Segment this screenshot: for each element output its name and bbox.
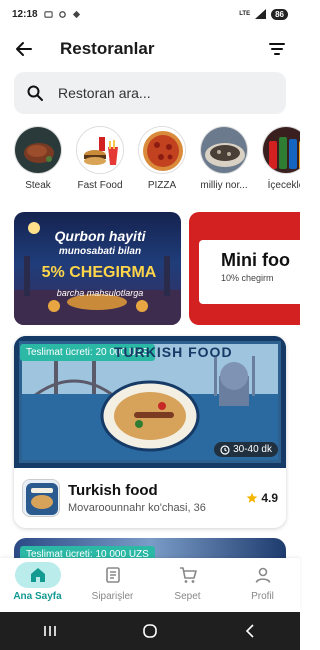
promo-line-2: munosabati bilan <box>58 246 142 257</box>
sort-icon[interactable] <box>268 40 286 58</box>
message-icon <box>43 10 53 18</box>
nav-profile[interactable]: Profil <box>225 558 300 610</box>
restaurant-name: Turkish food <box>68 482 158 499</box>
star-icon <box>247 492 258 503</box>
system-navigation-bar <box>0 612 300 650</box>
nav-orders[interactable]: Siparişler <box>75 558 150 610</box>
status-time: 12:18 <box>12 8 38 20</box>
back-arrow-icon[interactable] <box>14 39 34 59</box>
nav-label: Ana Sayfa <box>13 591 62 602</box>
promo-banner-mini-food[interactable]: Mini foo 10% chegirm <box>189 212 300 325</box>
recent-apps-icon[interactable] <box>42 623 58 639</box>
promo-discount: 5% CHEGIRMA <box>41 264 157 281</box>
clock-icon <box>220 444 230 455</box>
category-image <box>200 126 248 174</box>
promo-title: Mini foo <box>221 250 290 270</box>
category-image <box>138 126 186 174</box>
restaurant-rating: 4.9 <box>246 491 278 505</box>
restaurant-logo <box>22 479 60 517</box>
restaurant-info: Turkish food Movaroounnahr ko'chasi, 36 … <box>22 476 282 520</box>
nav-home[interactable]: Ana Sayfa <box>0 558 75 610</box>
category-steak[interactable]: Steak <box>14 126 62 196</box>
page-title: Restoranlar <box>60 39 155 58</box>
category-label: milliy nor... <box>200 180 248 191</box>
promo-banner-panel: Mini foo 10% chegirm <box>199 240 300 304</box>
orders-icon <box>105 567 120 583</box>
category-image <box>76 126 124 174</box>
category-image <box>14 126 62 174</box>
restaurant-card[interactable]: Teslimat ücreti: 20 000 UZS TURKISH FOOD… <box>14 336 286 528</box>
category-label: Steak <box>25 180 51 191</box>
category-image <box>262 126 300 174</box>
signal-icon <box>255 9 267 19</box>
status-bar: 12:18 LTE 86 <box>0 0 300 28</box>
restaurant-photo-title: TURKISH FOOD <box>114 344 233 360</box>
search-icon <box>27 85 43 101</box>
app-header: Restoranlar <box>0 30 300 68</box>
category-milliy[interactable]: milliy nor... <box>200 126 248 196</box>
home-button-icon[interactable] <box>142 623 158 639</box>
battery-indicator: 86 <box>271 8 288 20</box>
category-label: Fast Food <box>77 180 123 191</box>
category-label: İçecekle <box>267 180 300 191</box>
category-fast-food[interactable]: Fast Food <box>76 126 124 196</box>
delivery-time: 30-40 dk <box>233 444 272 455</box>
notification-icon <box>72 10 80 18</box>
promo-banner-qurbon[interactable]: Qurbon hayiti munosabati bilan 5% CHEGIR… <box>14 212 181 325</box>
category-pizza[interactable]: PIZZA <box>138 126 186 196</box>
home-icon <box>30 568 45 582</box>
gear-icon <box>58 10 66 18</box>
bottom-navigation: Ana Sayfa Siparişler Sepet Profil <box>0 558 300 610</box>
category-list: Steak Fast Food PIZZA milliy nor... İçec… <box>14 126 300 196</box>
delivery-time-badge: 30-40 dk <box>214 442 278 457</box>
search-bar[interactable]: Restoran ara... <box>14 72 286 114</box>
restaurant-address: Movaroounnahr ko'chasi, 36 <box>68 502 206 514</box>
nav-cart[interactable]: Sepet <box>150 558 225 610</box>
promo-line-1: Qurbon hayiti <box>54 228 146 244</box>
nav-label: Profil <box>251 591 274 602</box>
nav-label: Siparişler <box>91 591 134 602</box>
promo-subtitle: 10% chegirm <box>221 273 274 283</box>
nav-label: Sepet <box>174 591 201 602</box>
profile-icon <box>255 567 270 583</box>
promo-carousel[interactable]: Qurbon hayiti munosabati bilan 5% CHEGIR… <box>14 212 300 327</box>
search-input[interactable]: Restoran ara... <box>58 85 151 101</box>
rating-value: 4.9 <box>261 491 278 505</box>
back-button-icon[interactable] <box>242 623 258 639</box>
cart-icon <box>179 567 197 583</box>
promo-line-4: barcha mahsulotlarga <box>56 288 144 298</box>
category-label: PIZZA <box>147 180 177 191</box>
network-type: LTE <box>239 11 251 17</box>
restaurant-photo: Teslimat ücreti: 20 000 UZS TURKISH FOOD… <box>14 336 286 468</box>
category-drinks[interactable]: İçecekle <box>262 126 300 196</box>
